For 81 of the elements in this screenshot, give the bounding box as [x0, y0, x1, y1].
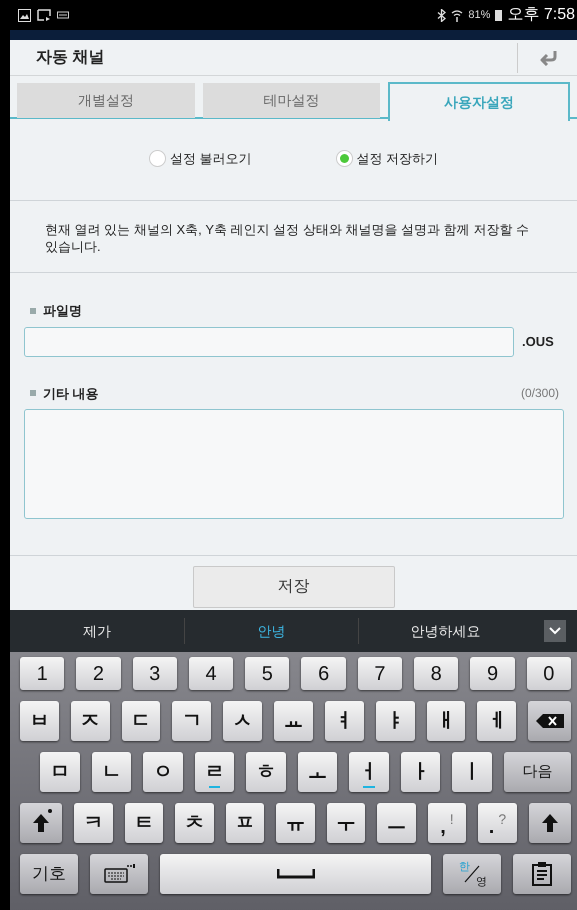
character-counter: (0/300) [520, 385, 559, 402]
key[interactable]: 6 [301, 657, 346, 690]
key[interactable]: 3 [132, 657, 177, 690]
key[interactable]: ㅋ [74, 803, 113, 843]
bullet-icon [30, 308, 36, 314]
battery-percent: 81% [468, 8, 490, 23]
wifi-icon [451, 8, 464, 22]
key[interactable]: ㄹ [194, 752, 234, 792]
key[interactable]: 0 [526, 657, 571, 690]
notes-field[interactable] [24, 409, 564, 519]
key[interactable]: ㅁ [40, 752, 80, 792]
clipboard-icon [532, 862, 552, 886]
shift-key[interactable] [528, 803, 572, 843]
backspace-key[interactable] [528, 701, 571, 741]
key[interactable]: 4 [188, 657, 234, 690]
key[interactable]: ㅇ [143, 752, 183, 792]
suggestion[interactable]: 안녕 [184, 618, 358, 644]
key[interactable]: 8 [414, 657, 458, 690]
key[interactable]: ㅍ [226, 803, 264, 843]
key[interactable]: ㅎ [246, 752, 286, 792]
cast-icon [37, 9, 51, 21]
keyboard-settings-key[interactable] [90, 854, 148, 894]
key[interactable]: ㅛ [274, 701, 313, 741]
key[interactable]: 2 [76, 657, 121, 690]
key[interactable]: 9 [470, 657, 515, 690]
bullet-icon [30, 390, 36, 396]
key[interactable]: ㅈ [70, 701, 110, 741]
key[interactable]: 1 [20, 657, 64, 690]
chevron-down-icon [549, 627, 561, 635]
key[interactable]: ㅑ [376, 701, 415, 741]
space-icon [276, 869, 314, 879]
file-extension: .OUS [522, 332, 554, 351]
key[interactable]: ㅂ [20, 701, 59, 741]
dialog-title: 자동 채널 [35, 48, 104, 68]
key[interactable]: ㅔ [477, 701, 516, 741]
radio-option[interactable]: 설정 저장하기 [336, 148, 438, 168]
shift-icon [542, 814, 558, 832]
picture-icon [18, 8, 31, 22]
suggestion[interactable]: 제가 [10, 618, 184, 644]
key[interactable]: ㅏ [400, 752, 440, 792]
shift-icon [33, 814, 50, 832]
description-text: 현재 열려 있는 채널의 X축, Y축 레인지 설정 상태와 채널명을 설명과 함께 저장할 수 있습니다. [45, 221, 530, 255]
battery-icon [495, 9, 502, 21]
back-icon [538, 50, 558, 66]
key[interactable]: 7 [358, 657, 402, 690]
key[interactable]: ㄷ [122, 701, 160, 741]
key[interactable]: ㅕ [324, 701, 364, 741]
key[interactable]: ㅡ [377, 803, 416, 843]
key[interactable]: ㅜ [326, 803, 366, 843]
tab[interactable]: 테마설정 [202, 83, 380, 118]
key[interactable]: 5 [245, 657, 290, 690]
key[interactable]: ㅠ [276, 803, 315, 843]
radio-option[interactable]: 설정 불러오기 [148, 148, 252, 168]
key[interactable]: . ? [478, 803, 517, 843]
keyboard-icon [103, 864, 135, 884]
file-name-field[interactable] [24, 326, 514, 356]
key[interactable]: ㄴ [92, 752, 132, 792]
tab[interactable]: 개별설정 [17, 83, 195, 118]
field-label: 파일명 [43, 302, 82, 320]
clock: 오후 7:58 [507, 5, 575, 25]
backspace-icon [536, 714, 564, 728]
key[interactable]: ㅐ [426, 701, 466, 741]
key[interactable]: , ! [428, 803, 466, 843]
key[interactable]: ㅣ [452, 752, 492, 792]
symbols-key[interactable]: 기호 [20, 854, 78, 894]
bluetooth-icon [437, 8, 446, 22]
key[interactable]: ㅅ [223, 701, 262, 741]
clipboard-key[interactable] [513, 854, 571, 894]
field-label: 기타 내용 [43, 384, 99, 402]
key[interactable]: ㅓ [349, 752, 389, 792]
key[interactable]: ㅗ [298, 752, 338, 792]
key[interactable]: ㄱ [172, 701, 212, 741]
suggestion[interactable]: 안녕하세요 [358, 618, 532, 644]
save-button[interactable]: 저장 [192, 566, 394, 608]
collapse-button[interactable] [544, 620, 566, 642]
key[interactable]: ㅌ [124, 803, 164, 843]
key[interactable]: ㅊ [175, 803, 214, 843]
keyboard-icon [57, 11, 69, 19]
shift-key[interactable] [20, 803, 62, 843]
language-key[interactable]: 한 영 [443, 854, 501, 894]
next-key[interactable]: 다음 [504, 752, 571, 792]
